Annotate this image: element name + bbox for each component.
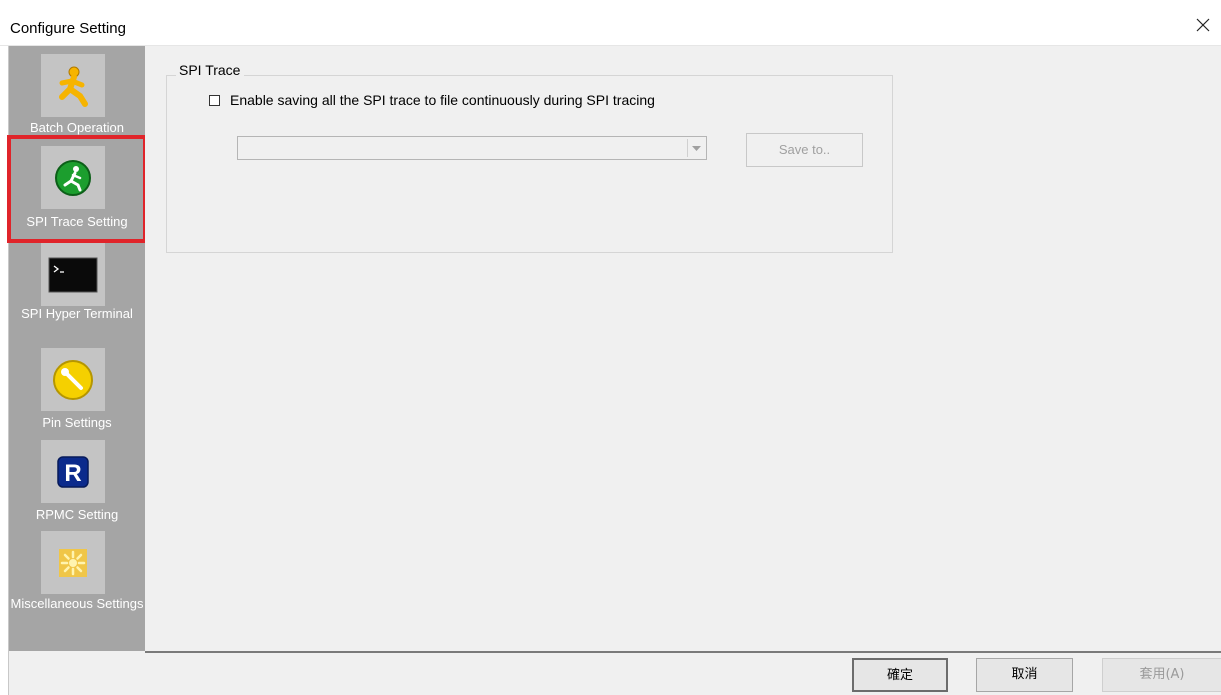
sidebar-item-spi-trace-setting[interactable]: SPI Trace Setting	[7, 135, 147, 243]
sidebar-item-spi-hyper-terminal[interactable]: SPI Hyper Terminal	[9, 243, 145, 341]
apply-button[interactable]: 套用(A)	[1102, 658, 1221, 692]
flower-icon	[41, 531, 105, 594]
settings-panel: SPI Trace Enable saving all the SPI trac…	[145, 46, 1221, 651]
close-icon[interactable]	[1194, 16, 1212, 34]
running-person-icon	[41, 54, 105, 117]
sidebar-item-pin-settings[interactable]: Pin Settings	[9, 348, 145, 430]
sidebar-item-label: SPI Hyper Terminal	[21, 306, 133, 321]
sidebar-item-rpmc-setting[interactable]: R RPMC Setting	[9, 440, 145, 522]
sidebar-item-label: SPI Trace Setting	[26, 214, 128, 229]
enable-saving-checkbox-row[interactable]: Enable saving all the SPI trace to file …	[209, 92, 655, 108]
sidebar-item-label: Batch Operation	[30, 120, 124, 135]
trace-file-path-combo[interactable]	[237, 136, 707, 160]
svg-text:R: R	[64, 460, 81, 487]
sidebar-item-miscellaneous-settings[interactable]: Miscellaneous Settings	[9, 531, 145, 631]
wrench-icon	[41, 348, 105, 411]
chevron-down-icon[interactable]	[687, 139, 705, 157]
dialog-client: Batch Operation SPI Trace Setting SPI Hy…	[7, 46, 1221, 695]
sidebar-item-batch-operation[interactable]: Batch Operation	[9, 54, 145, 140]
green-runner-icon	[41, 146, 105, 209]
group-title: SPI Trace	[176, 62, 245, 78]
footer-divider	[145, 651, 1221, 653]
sidebar: Batch Operation SPI Trace Setting SPI Hy…	[7, 46, 147, 651]
enable-saving-checkbox[interactable]	[209, 94, 220, 106]
title-bar: Configure Setting	[0, 0, 1221, 46]
save-to-button[interactable]: Save to..	[746, 133, 863, 167]
cancel-button[interactable]: 取消	[976, 658, 1073, 692]
enable-saving-label: Enable saving all the SPI trace to file …	[230, 92, 655, 108]
terminal-icon	[41, 243, 105, 306]
sidebar-item-label: Miscellaneous Settings	[10, 596, 144, 611]
sidebar-item-label: Pin Settings	[42, 415, 112, 430]
sidebar-item-label: RPMC Setting	[35, 507, 119, 522]
window-title: Configure Setting	[10, 20, 126, 37]
r-badge-icon: R	[41, 440, 105, 503]
ok-button[interactable]: 確定	[852, 658, 948, 692]
